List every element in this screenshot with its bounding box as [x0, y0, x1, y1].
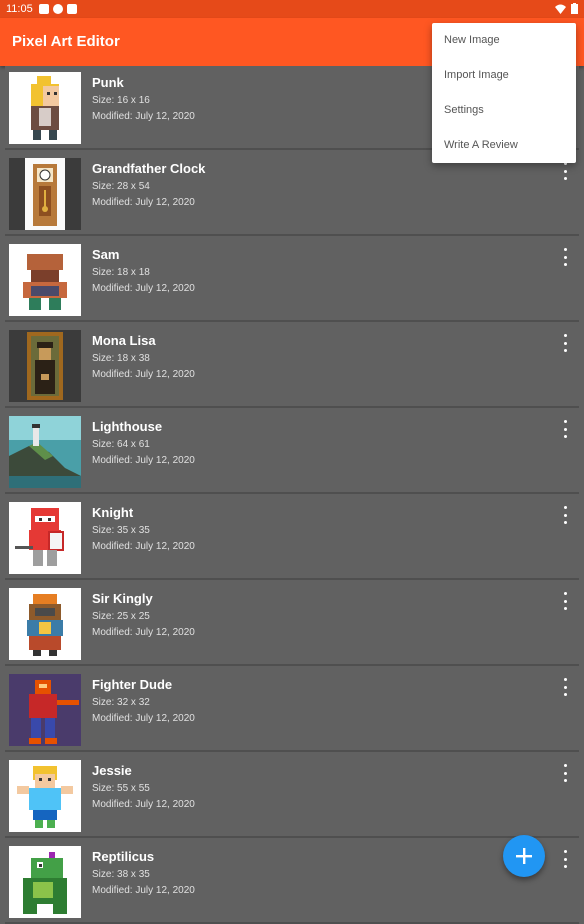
knight-thumbnail — [9, 502, 81, 574]
project-size: Size: 28 x 54 — [92, 181, 150, 192]
add-image-fab[interactable] — [503, 835, 545, 877]
lighthouse-image — [9, 416, 81, 488]
punk-thumbnail — [9, 72, 81, 144]
fighter-dude-image — [9, 674, 81, 746]
project-size: Size: 32 x 32 — [92, 697, 150, 708]
reptilicus-thumbnail — [9, 846, 81, 918]
more-options-icon[interactable] — [561, 334, 569, 352]
more-options-icon[interactable] — [561, 678, 569, 696]
project-name: Jessie — [92, 763, 132, 778]
project-size: Size: 25 x 25 — [92, 611, 150, 622]
system-icons — [555, 3, 578, 14]
menu-item-write-a-review[interactable]: Write A Review — [432, 128, 576, 163]
punk-image — [31, 76, 59, 140]
project-size: Size: 55 x 55 — [92, 783, 150, 794]
status-time: 11:05 — [6, 3, 33, 15]
list-item[interactable]: Jessie Size: 55 x 55 Modified: July 12, … — [5, 754, 579, 838]
mona-lisa-image — [27, 332, 63, 400]
project-modified: Modified: July 12, 2020 — [92, 369, 195, 380]
more-options-icon[interactable] — [561, 592, 569, 610]
notification-icons — [38, 4, 77, 14]
list-item[interactable]: Grandfather Clock Size: 28 x 54 Modified… — [5, 152, 579, 236]
project-modified: Modified: July 12, 2020 — [92, 885, 195, 896]
list-item[interactable]: Lighthouse Size: 64 x 61 Modified: July … — [5, 410, 579, 494]
list-item[interactable]: Mona Lisa Size: 18 x 38 Modified: July 1… — [5, 324, 579, 408]
project-size: Size: 38 x 35 — [92, 869, 150, 880]
notification-icon — [66, 4, 77, 14]
more-options-icon[interactable] — [561, 248, 569, 266]
notification-icon — [38, 4, 49, 14]
overflow-menu: New Image Import Image Settings Write A … — [432, 23, 576, 163]
sir-kingly-thumbnail — [9, 588, 81, 660]
grandfather-clock-thumbnail — [9, 158, 81, 230]
project-size: Size: 18 x 38 — [92, 353, 150, 364]
project-modified: Modified: July 12, 2020 — [92, 799, 195, 810]
list-item[interactable]: Sir Kingly Size: 25 x 25 Modified: July … — [5, 582, 579, 666]
project-modified: Modified: July 12, 2020 — [92, 713, 195, 724]
app-title: Pixel Art Editor — [12, 33, 120, 50]
project-name: Knight — [92, 505, 134, 520]
project-name: Reptilicus — [92, 849, 155, 864]
mona-lisa-thumbnail — [9, 330, 81, 402]
plus-icon — [516, 848, 532, 864]
knight-image — [15, 508, 64, 566]
list-item[interactable]: Fighter Dude Size: 32 x 32 Modified: Jul… — [5, 668, 579, 752]
project-modified: Modified: July 12, 2020 — [92, 541, 195, 552]
list-item[interactable]: Reptilicus Size: 38 x 35 Modified: July … — [5, 840, 579, 924]
project-name: Lighthouse — [92, 419, 163, 434]
project-modified: Modified: July 12, 2020 — [92, 283, 195, 294]
project-modified: Modified: July 12, 2020 — [92, 197, 195, 208]
more-options-icon[interactable] — [561, 764, 569, 782]
sir-kingly-image — [27, 594, 63, 656]
project-name: Punk — [92, 75, 124, 90]
project-name: Fighter Dude — [92, 677, 173, 692]
fighter-dude-thumbnail — [9, 674, 81, 746]
menu-item-new-image[interactable]: New Image — [432, 23, 576, 58]
sam-image — [23, 254, 67, 310]
project-name: Mona Lisa — [92, 333, 156, 348]
project-modified: Modified: July 12, 2020 — [92, 455, 195, 466]
reptilicus-image — [23, 852, 67, 914]
list-item[interactable]: Knight Size: 35 x 35 Modified: July 12, … — [5, 496, 579, 580]
more-options-icon[interactable] — [561, 162, 569, 180]
sam-thumbnail — [9, 244, 81, 316]
project-modified: Modified: July 12, 2020 — [92, 627, 195, 638]
project-size: Size: 18 x 18 — [92, 267, 150, 278]
more-options-icon[interactable] — [561, 850, 569, 868]
project-size: Size: 16 x 16 — [92, 95, 150, 106]
project-name: Sir Kingly — [92, 591, 153, 606]
project-modified: Modified: July 12, 2020 — [92, 111, 195, 122]
project-name: Sam — [92, 247, 120, 262]
lighthouse-thumbnail — [9, 416, 81, 488]
list-item[interactable]: Sam Size: 18 x 18 Modified: July 12, 202… — [5, 238, 579, 322]
project-size: Size: 64 x 61 — [92, 439, 150, 450]
more-options-icon[interactable] — [561, 506, 569, 524]
more-options-icon[interactable] — [561, 420, 569, 438]
project-size: Size: 35 x 35 — [92, 525, 150, 536]
battery-icon — [571, 3, 578, 14]
notification-icon — [52, 4, 63, 14]
project-name: Grandfather Clock — [92, 161, 206, 176]
jessie-thumbnail — [9, 760, 81, 832]
wifi-icon — [555, 4, 566, 14]
menu-item-settings[interactable]: Settings — [432, 93, 576, 128]
menu-item-import-image[interactable]: Import Image — [432, 58, 576, 93]
jessie-image — [17, 766, 73, 828]
project-list[interactable]: Punk Size: 16 x 16 Modified: July 12, 20… — [0, 66, 584, 924]
status-bar: 11:05 — [0, 0, 584, 18]
grandfather-clock-image — [25, 158, 65, 230]
